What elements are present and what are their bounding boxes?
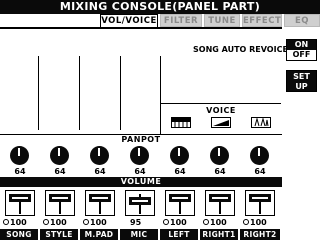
volume-fader-mic[interactable] xyxy=(125,190,155,216)
volume-indicator xyxy=(43,219,49,225)
panpot-knob-song[interactable] xyxy=(10,146,29,165)
volume-value-text: 100 xyxy=(250,218,267,227)
volume-fader-left[interactable] xyxy=(165,190,195,216)
tab-filter[interactable]: FILTER xyxy=(160,14,202,27)
tab-tune[interactable]: TUNE xyxy=(204,14,240,27)
panpot-value: 64 xyxy=(94,167,106,176)
part-label-mpad[interactable]: M.PAD xyxy=(80,229,118,240)
panpot-value: 64 xyxy=(134,167,146,176)
part-label-mic[interactable]: MIC xyxy=(120,229,158,240)
panpot-value: 64 xyxy=(14,167,26,176)
volume-value-text: 100 xyxy=(10,218,27,227)
fader-handle[interactable] xyxy=(169,194,191,202)
voice-section: VOICE xyxy=(160,103,281,134)
volume-value-text: 100 xyxy=(210,218,227,227)
keyboard-icon[interactable] xyxy=(171,117,191,128)
off-label: OFF xyxy=(292,50,311,59)
auto-label: AUTO xyxy=(221,45,247,54)
volume-value-text: 100 xyxy=(50,218,67,227)
setup-button[interactable]: SET UP xyxy=(286,70,317,92)
fader-handle[interactable] xyxy=(49,194,71,202)
panpot-value: 64 xyxy=(54,167,66,176)
screen-title: MIXING CONSOLE(PANEL PART) xyxy=(59,0,261,13)
song-label: SONG xyxy=(193,45,219,54)
volume-value-mpad: 100 xyxy=(83,218,117,227)
panpot-knob-right2[interactable] xyxy=(250,146,269,165)
volume-indicator xyxy=(243,219,249,225)
column-divider xyxy=(38,56,39,130)
part-label-right1[interactable]: RIGHT1 xyxy=(200,229,238,240)
volume-value-left: 100 xyxy=(163,218,197,227)
panpot-title: PANPOT xyxy=(121,135,161,144)
song-auto-revoice-label: SONG AUTO REVOICE xyxy=(193,45,288,54)
volume-indicator xyxy=(203,219,209,225)
setup-label-line2: UP xyxy=(295,82,308,91)
fader-handle[interactable] xyxy=(129,197,151,205)
volume-value-text: 100 xyxy=(90,218,107,227)
volume-fader-right2[interactable] xyxy=(245,190,275,216)
voice-title: VOICE xyxy=(206,106,236,115)
setup-label-line1: SET xyxy=(293,72,310,81)
panpot-value: 64 xyxy=(254,167,266,176)
volume-value-style: 100 xyxy=(43,218,77,227)
tab-vol-voice[interactable]: VOL/VOICE xyxy=(100,14,158,27)
volume-header: VOLUME xyxy=(0,177,282,187)
title-bar: MIXING CONSOLE(PANEL PART) xyxy=(0,0,320,14)
volume-value-text: 100 xyxy=(170,218,187,227)
panpot-knob-style[interactable] xyxy=(50,146,69,165)
volume-value-song: 100 xyxy=(3,218,37,227)
fader-handle[interactable] xyxy=(89,194,111,202)
on-label: ON xyxy=(287,40,316,50)
volume-fader-mpad[interactable] xyxy=(85,190,115,216)
part-label-style[interactable]: STYLE xyxy=(40,229,78,240)
volume-value-right1: 100 xyxy=(203,218,237,227)
panpot-knob-mic[interactable] xyxy=(130,146,149,165)
panpot-knob-right1[interactable] xyxy=(210,146,229,165)
panpot-knob-left[interactable] xyxy=(170,146,189,165)
tab-eq[interactable]: EQ xyxy=(284,14,320,27)
volume-indicator xyxy=(3,219,9,225)
panpot-knob-mpad[interactable] xyxy=(90,146,109,165)
on-off-toggle[interactable]: ON OFF xyxy=(286,39,317,61)
volume-value-right2: 100 xyxy=(243,218,277,227)
volume-fader-song[interactable] xyxy=(5,190,35,216)
column-divider xyxy=(120,56,121,130)
panpot-value: 64 xyxy=(214,167,226,176)
fader-handle[interactable] xyxy=(249,194,271,202)
volume-indicator xyxy=(163,219,169,225)
column-divider xyxy=(79,56,80,130)
fader-handle[interactable] xyxy=(9,194,31,202)
part-label-left[interactable]: LEFT xyxy=(160,229,198,240)
mixing-console-screen: MIXING CONSOLE(PANEL PART) VOL/VOICE FIL… xyxy=(0,0,320,240)
fader-handle[interactable] xyxy=(209,194,231,202)
revoice-label: REVOICE xyxy=(249,45,288,54)
volume-value-text: 95 xyxy=(130,218,142,227)
volume-fader-style[interactable] xyxy=(45,190,75,216)
volume-value-mic: 95 xyxy=(130,218,164,227)
panpot-value: 64 xyxy=(174,167,186,176)
volume-indicator xyxy=(83,219,89,225)
strings-icon[interactable] xyxy=(251,117,271,128)
part-label-right2[interactable]: RIGHT2 xyxy=(240,229,280,240)
piano-icon[interactable] xyxy=(211,117,231,128)
volume-fader-right1[interactable] xyxy=(205,190,235,216)
tab-effect[interactable]: EFFECT xyxy=(242,14,282,27)
part-label-song[interactable]: SONG xyxy=(0,229,38,240)
